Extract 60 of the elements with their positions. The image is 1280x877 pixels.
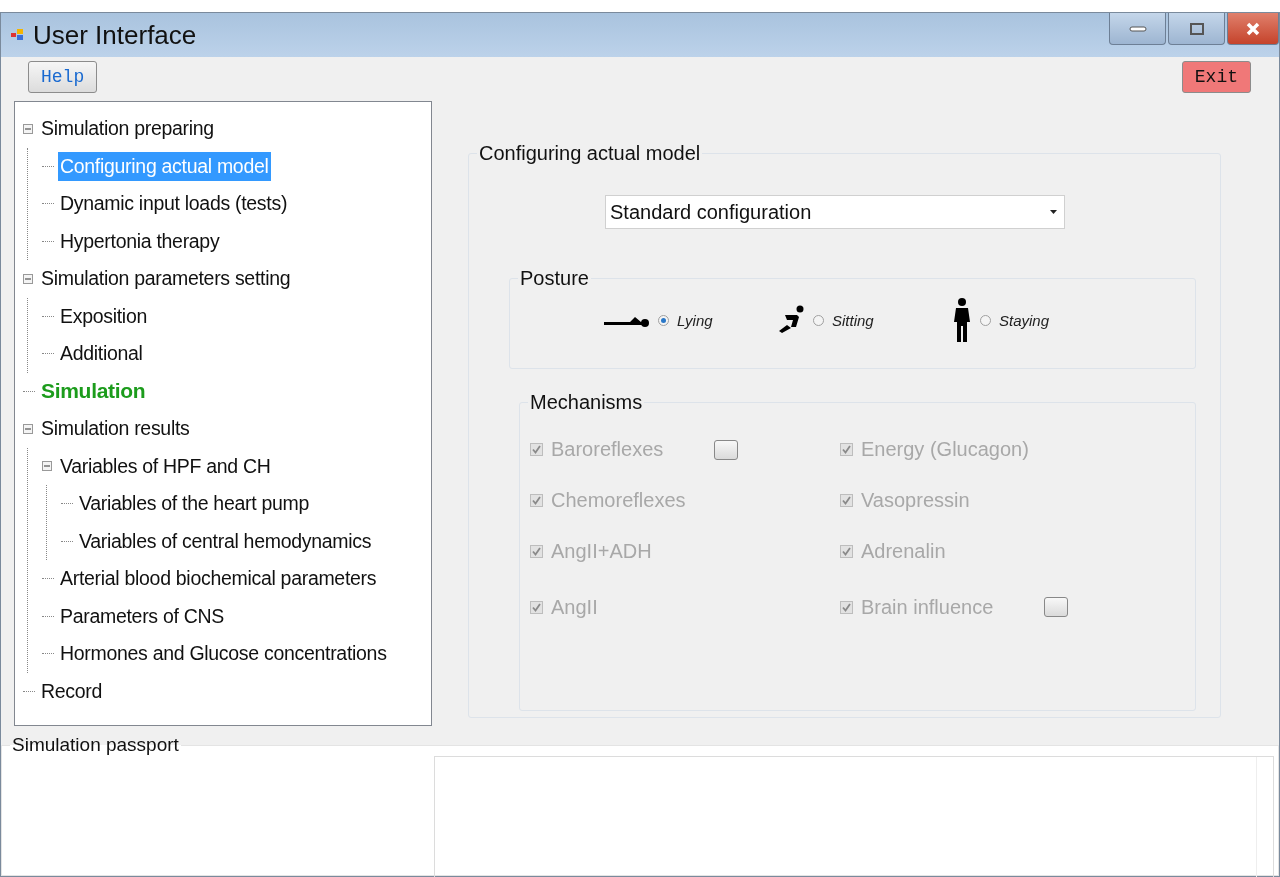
- radio-label: Lying: [677, 311, 713, 329]
- close-icon: [1245, 20, 1261, 37]
- checkbox-label: Chemoreflexes: [551, 489, 686, 512]
- checkmark-icon: [532, 496, 541, 505]
- checkbox-label: Adrenalin: [861, 540, 946, 563]
- tree-item[interactable]: Parameters of CNS: [58, 601, 226, 631]
- tree-item[interactable]: Additional: [58, 339, 145, 369]
- radio-button[interactable]: [813, 314, 824, 326]
- group-title: Configuring actual model: [478, 142, 702, 165]
- tree-item[interactable]: Simulation results: [39, 414, 192, 444]
- checkmark-icon: [842, 445, 851, 454]
- checkmark-icon: [532, 547, 541, 556]
- group-title: Mechanisms: [529, 391, 644, 414]
- tree-item[interactable]: Exposition: [58, 301, 149, 331]
- checkmark-icon: [532, 602, 541, 612]
- sitting-figure-icon: [777, 305, 805, 335]
- checkbox-label: Energy (Glucagon): [861, 438, 1029, 461]
- checkbox-label: Brain influence: [861, 595, 995, 619]
- tree-item[interactable]: Arterial blood biochemical parameters: [58, 564, 379, 594]
- tree-item[interactable]: Simulation preparing: [39, 114, 216, 144]
- radio-label: Staying: [999, 311, 1050, 329]
- checkmark-icon: [842, 547, 851, 556]
- window-title: User Interface: [33, 19, 198, 51]
- tree-item[interactable]: Simulation: [39, 376, 148, 407]
- help-button[interactable]: Help: [28, 61, 98, 93]
- tree-item[interactable]: Record: [39, 676, 105, 706]
- collapse-icon[interactable]: [23, 423, 33, 434]
- configuration-dropdown[interactable]: Standard configuration: [605, 195, 1065, 229]
- radio-label: Sitting: [832, 311, 874, 329]
- maximize-icon: [1189, 22, 1204, 35]
- standing-figure-icon: [952, 298, 972, 342]
- checkbox-label: Vasopressin: [861, 489, 970, 512]
- checkmark-icon: [842, 602, 851, 612]
- close-button[interactable]: [1227, 13, 1279, 45]
- checkmark-icon: [532, 445, 541, 454]
- checkbox-label: AngII: [551, 595, 598, 619]
- maximize-button[interactable]: [1168, 13, 1225, 45]
- radio-button[interactable]: [980, 314, 991, 326]
- tree-item[interactable]: Variables of HPF and CH: [58, 451, 273, 481]
- checkbox-label: Baroreflexes: [551, 438, 665, 461]
- exit-button[interactable]: Exit: [1181, 61, 1251, 93]
- tree-item[interactable]: Variables of the heart pump: [77, 489, 311, 519]
- collapse-icon[interactable]: [23, 123, 33, 134]
- radio-button[interactable]: [658, 314, 669, 326]
- tree-item[interactable]: Dynamic input loads (tests): [58, 189, 290, 219]
- collapse-icon[interactable]: [42, 461, 52, 472]
- checkmark-icon: [842, 496, 851, 505]
- dropdown-caret-icon: [1050, 209, 1058, 215]
- minimize-button[interactable]: [1109, 13, 1166, 45]
- options-button[interactable]: [714, 439, 738, 460]
- tree-item[interactable]: Variables of central hemodynamics: [77, 526, 374, 556]
- tree-item[interactable]: Simulation parameters setting: [39, 264, 293, 294]
- checkbox-label: AngII+ADH: [551, 540, 652, 563]
- options-button[interactable]: [1044, 597, 1068, 617]
- minimize-icon: [1128, 25, 1147, 32]
- panel-title: Simulation passport: [11, 734, 180, 756]
- tree-item[interactable]: Hormones and Glucose concentrations: [58, 639, 389, 669]
- collapse-icon[interactable]: [23, 273, 33, 284]
- group-title: Posture: [519, 267, 590, 290]
- tree-item[interactable]: Hypertonia therapy: [58, 226, 222, 256]
